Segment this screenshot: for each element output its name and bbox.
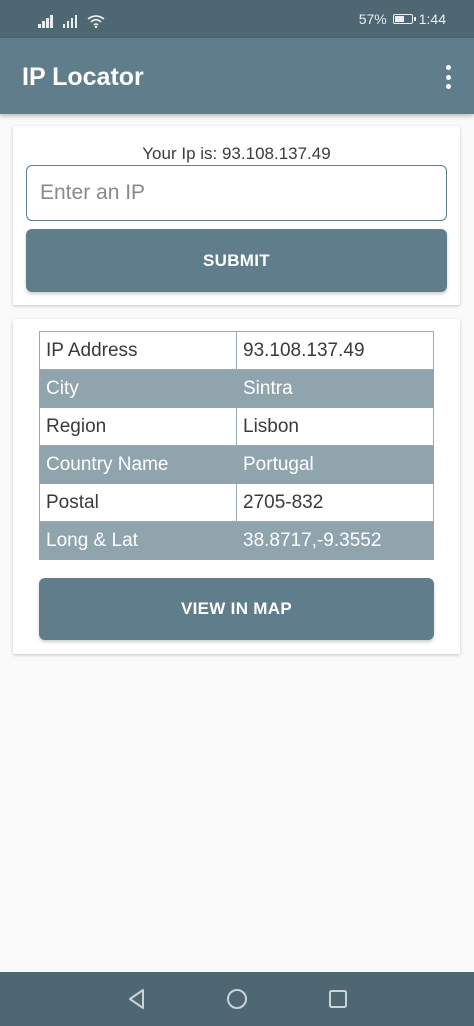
current-ip-text: Your Ip is: 93.108.137.49 [142, 144, 331, 163]
row-label: Long & Lat [39, 521, 237, 560]
view-in-map-button[interactable]: VIEW IN MAP [39, 578, 434, 640]
status-right: 57% 1:44 [359, 11, 446, 27]
back-icon[interactable] [124, 986, 150, 1012]
table-row: City Sintra [39, 369, 434, 408]
table-row: IP Address 93.108.137.49 [39, 331, 434, 370]
row-value: Sintra [236, 369, 434, 408]
navigation-bar [0, 972, 474, 1026]
row-label: Region [39, 407, 237, 446]
row-value: Lisbon [236, 407, 434, 446]
row-value: 93.108.137.49 [236, 331, 434, 370]
signal-icon [38, 14, 53, 28]
row-value: 2705-832 [236, 483, 434, 522]
signal-icon [62, 14, 77, 28]
row-value: Portugal [236, 445, 434, 484]
table-row: Postal 2705-832 [39, 483, 434, 522]
app-bar: IP Locator [0, 38, 474, 114]
more-vertical-icon[interactable] [444, 65, 452, 89]
row-label: Country Name [39, 445, 237, 484]
ip-input[interactable] [26, 165, 447, 221]
row-label: City [39, 369, 237, 408]
recent-apps-icon[interactable] [325, 986, 351, 1012]
battery-icon [392, 14, 416, 24]
lookup-card: Your Ip is: 93.108.137.49 SUBMIT [13, 126, 460, 305]
battery-percent: 57% [358, 11, 387, 27]
row-label: Postal [39, 483, 237, 522]
submit-button[interactable]: SUBMIT [26, 229, 447, 292]
status-bar: 57% 1:44 [0, 0, 474, 38]
row-label: IP Address [39, 331, 237, 370]
table-row: Country Name Portugal [39, 445, 434, 484]
details-card: IP Address 93.108.137.49 City Sintra Reg… [13, 319, 460, 654]
app-title: IP Locator [22, 63, 144, 91]
table-row: Region Lisbon [39, 407, 434, 446]
clock: 1:44 [418, 11, 446, 27]
status-left [38, 10, 105, 28]
battery-fill [394, 16, 404, 22]
home-icon[interactable] [224, 986, 250, 1012]
table-row: Long & Lat 38.8717,-9.3552 [39, 521, 434, 560]
wifi-icon [87, 15, 105, 28]
row-value: 38.8717,-9.3552 [236, 521, 434, 560]
ip-details-table: IP Address 93.108.137.49 City Sintra Reg… [39, 331, 434, 560]
